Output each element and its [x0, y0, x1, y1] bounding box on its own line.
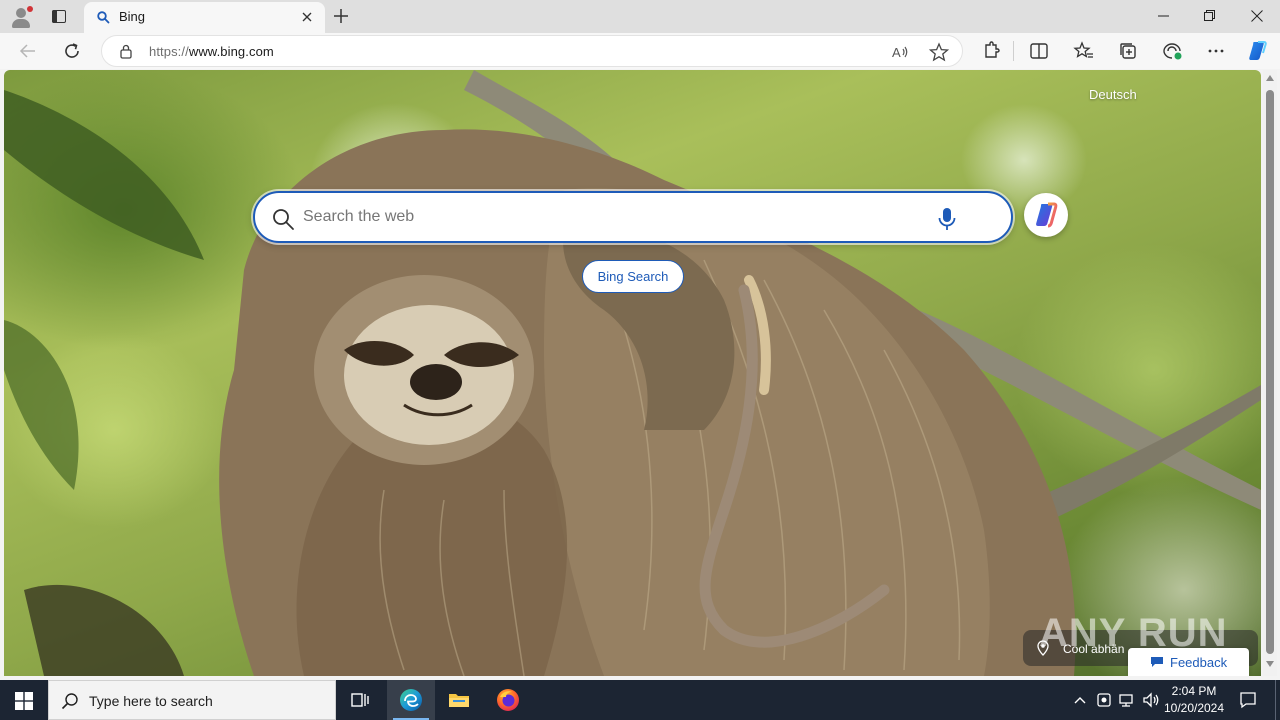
taskbar-search-placeholder: Type here to search — [89, 693, 213, 709]
scroll-down-arrow-icon[interactable] — [1266, 661, 1274, 667]
close-icon — [1251, 10, 1263, 22]
copilot-sidebar-icon[interactable] — [1245, 39, 1269, 63]
microphone-icon[interactable] — [935, 206, 959, 232]
system-clock[interactable]: 2:04 PM 10/20/2024 — [1160, 683, 1228, 717]
split-screen-icon[interactable] — [1027, 39, 1051, 63]
task-view-button[interactable] — [336, 680, 384, 720]
start-button[interactable] — [0, 680, 48, 720]
page-scrollbar[interactable] — [1263, 70, 1277, 676]
close-tab-icon[interactable] — [298, 8, 316, 26]
notifications-icon[interactable] — [1238, 690, 1258, 710]
minimize-button[interactable] — [1141, 0, 1187, 33]
address-bar[interactable]: https://www.bing.com A — [101, 35, 963, 67]
search-box[interactable] — [253, 191, 1013, 243]
taskbar-firefox[interactable] — [484, 680, 532, 720]
back-arrow-icon[interactable] — [16, 39, 40, 63]
folder-icon — [449, 694, 469, 707]
search-favicon-icon — [97, 11, 110, 24]
search-icon — [61, 693, 78, 710]
lock-icon[interactable] — [118, 43, 134, 59]
url-scheme: https:// — [149, 44, 189, 59]
show-desktop-button[interactable] — [1275, 680, 1280, 720]
browser-toolbar: https://www.bing.com A — [0, 33, 1280, 69]
search-icon — [273, 209, 294, 230]
task-view-icon — [351, 693, 369, 707]
scrollbar-thumb[interactable] — [1266, 90, 1274, 654]
show-hidden-icons-chevron-icon[interactable] — [1070, 690, 1090, 710]
refresh-icon[interactable] — [60, 39, 84, 63]
restore-icon — [1204, 10, 1215, 21]
tab-strip: Bing — [0, 0, 1280, 33]
scroll-up-arrow-icon[interactable] — [1266, 75, 1274, 81]
read-aloud-icon[interactable]: A — [890, 42, 910, 62]
feedback-label: Feedback — [1170, 655, 1228, 670]
clock-date: 10/20/2024 — [1163, 701, 1225, 715]
taskbar-edge[interactable] — [387, 680, 435, 720]
minimize-icon — [1158, 15, 1169, 17]
copilot-icon — [1036, 202, 1058, 228]
network-icon[interactable] — [1117, 690, 1137, 710]
profile-avatar-icon[interactable] — [9, 5, 33, 29]
windows-logo-icon — [15, 692, 33, 710]
feedback-button[interactable]: Feedback — [1128, 648, 1249, 676]
feedback-icon — [1151, 657, 1163, 667]
bing-search-button[interactable]: Bing Search — [582, 260, 684, 293]
url-host: www.bing.com — [188, 44, 274, 59]
svg-text:A: A — [892, 45, 901, 60]
close-window-button[interactable] — [1234, 0, 1280, 33]
toolbar-divider — [1013, 41, 1014, 61]
bing-homepage: Deutsch Bing Search Cool abhän — [4, 70, 1261, 676]
new-tab-plus-icon[interactable] — [329, 4, 353, 28]
tray-app-icon[interactable] — [1094, 690, 1114, 710]
copilot-button[interactable] — [1024, 193, 1068, 237]
browser-essentials-icon[interactable] — [1160, 39, 1184, 63]
more-menu-icon[interactable] — [1204, 39, 1228, 63]
favorite-star-icon[interactable] — [928, 41, 950, 63]
taskbar-file-explorer[interactable] — [435, 680, 483, 720]
windows-taskbar: Type here to search 2:04 PM 10/20/2024 — [0, 680, 1280, 720]
firefox-icon — [497, 689, 519, 711]
search-input[interactable] — [303, 205, 923, 229]
edge-browser-icon — [400, 689, 422, 711]
taskbar-search-box[interactable]: Type here to search — [48, 680, 336, 720]
sloth-background-image — [4, 70, 1261, 676]
favorites-icon[interactable] — [1072, 39, 1096, 63]
extensions-icon[interactable] — [979, 39, 1003, 63]
restore-button[interactable] — [1187, 0, 1233, 33]
language-link[interactable]: Deutsch — [1089, 87, 1137, 102]
tab-actions-menu-icon[interactable] — [48, 6, 70, 28]
clock-time: 2:04 PM — [1171, 684, 1217, 698]
collections-icon[interactable] — [1116, 39, 1140, 63]
address-url[interactable]: https://www.bing.com — [149, 44, 274, 59]
tab-bing[interactable]: Bing — [84, 2, 325, 33]
volume-icon[interactable] — [1141, 690, 1161, 710]
tab-title: Bing — [119, 9, 146, 24]
